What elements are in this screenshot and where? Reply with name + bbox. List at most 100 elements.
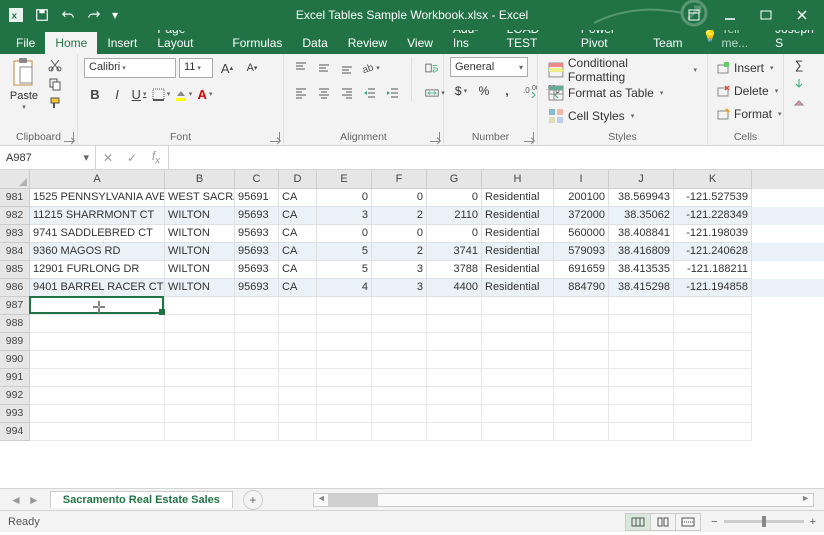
- cell[interactable]: [279, 351, 317, 369]
- cell[interactable]: 0: [427, 225, 482, 243]
- excel-app-icon[interactable]: x: [4, 3, 28, 27]
- row-header[interactable]: 982: [0, 207, 30, 225]
- table-row[interactable]: 98512901 FURLONG DRWILTON95693CA533788Re…: [0, 261, 824, 279]
- cell[interactable]: [482, 405, 554, 423]
- cell[interactable]: [30, 405, 165, 423]
- cell[interactable]: 884790: [554, 279, 609, 297]
- col-header-A[interactable]: A: [30, 170, 165, 189]
- cell[interactable]: [427, 387, 482, 405]
- align-middle-icon[interactable]: [313, 57, 335, 79]
- horizontal-scrollbar[interactable]: ◄ ►: [313, 493, 814, 507]
- cell[interactable]: [609, 297, 674, 315]
- cell[interactable]: -121.194858: [674, 279, 752, 297]
- cell[interactable]: [372, 423, 427, 441]
- cell[interactable]: [427, 423, 482, 441]
- cell[interactable]: WILTON: [165, 261, 235, 279]
- col-header-C[interactable]: C: [235, 170, 279, 189]
- cell[interactable]: CA: [279, 243, 317, 261]
- format-as-table-button[interactable]: Format as Table: [544, 82, 701, 104]
- cell[interactable]: -121.188211: [674, 261, 752, 279]
- cancel-formula-icon[interactable]: ✕: [96, 151, 120, 165]
- cell[interactable]: 200100: [554, 189, 609, 207]
- alignment-launcher[interactable]: [430, 132, 440, 142]
- row-header[interactable]: 989: [0, 333, 30, 351]
- cell[interactable]: [30, 333, 165, 351]
- cell[interactable]: [609, 423, 674, 441]
- row-header[interactable]: 984: [0, 243, 30, 261]
- worksheet-grid[interactable]: A B C D E F G H I J K 9811525 PENNSYLVAN…: [0, 170, 824, 488]
- font-launcher[interactable]: [270, 132, 280, 142]
- cell[interactable]: 95691: [235, 189, 279, 207]
- select-all-button[interactable]: [0, 170, 30, 189]
- enter-formula-icon[interactable]: ✓: [120, 151, 144, 165]
- cell[interactable]: [235, 405, 279, 423]
- cell[interactable]: [674, 387, 752, 405]
- cell[interactable]: [427, 405, 482, 423]
- cell[interactable]: 9360 MAGOS RD: [30, 243, 165, 261]
- cell[interactable]: [317, 333, 372, 351]
- number-launcher[interactable]: [524, 132, 534, 142]
- cell[interactable]: [165, 297, 235, 315]
- cell[interactable]: [482, 369, 554, 387]
- cell[interactable]: [279, 405, 317, 423]
- row-header[interactable]: 991: [0, 369, 30, 387]
- cell[interactable]: 0: [372, 189, 427, 207]
- col-header-I[interactable]: I: [554, 170, 609, 189]
- cell[interactable]: [372, 297, 427, 315]
- fill-color-button[interactable]: [172, 83, 194, 105]
- zoom-out-button[interactable]: −: [711, 516, 717, 528]
- cell[interactable]: 2: [372, 243, 427, 261]
- table-row[interactable]: 9849360 MAGOS RDWILTON95693CA523741Resid…: [0, 243, 824, 261]
- cell[interactable]: [674, 369, 752, 387]
- cell[interactable]: 95693: [235, 207, 279, 225]
- zoom-in-button[interactable]: +: [810, 516, 816, 528]
- cell[interactable]: [427, 351, 482, 369]
- row-header[interactable]: 981: [0, 189, 30, 207]
- cell[interactable]: [317, 351, 372, 369]
- cell[interactable]: 691659: [554, 261, 609, 279]
- col-header-F[interactable]: F: [372, 170, 427, 189]
- tab-review[interactable]: Review: [338, 32, 397, 54]
- cell[interactable]: [674, 333, 752, 351]
- table-row[interactable]: 990: [0, 351, 824, 369]
- cell[interactable]: -121.240628: [674, 243, 752, 261]
- sheet-nav-next-icon[interactable]: ►: [28, 493, 40, 507]
- cell[interactable]: 38.415298: [609, 279, 674, 297]
- table-row[interactable]: 993: [0, 405, 824, 423]
- decrease-font-icon[interactable]: A▾: [241, 57, 263, 79]
- cell[interactable]: 4: [317, 279, 372, 297]
- cell[interactable]: [554, 315, 609, 333]
- view-page-break-icon[interactable]: [675, 513, 701, 531]
- cell[interactable]: 38.569943: [609, 189, 674, 207]
- view-normal-icon[interactable]: [625, 513, 651, 531]
- align-right-icon[interactable]: [336, 82, 358, 104]
- increase-indent-icon[interactable]: [382, 82, 404, 104]
- cell[interactable]: [674, 423, 752, 441]
- cell[interactable]: [609, 333, 674, 351]
- cell[interactable]: 3741: [427, 243, 482, 261]
- font-name-select[interactable]: Calibri: [84, 58, 176, 78]
- row-header[interactable]: 986: [0, 279, 30, 297]
- cell[interactable]: [554, 405, 609, 423]
- sheet-nav-prev-icon[interactable]: ◄: [10, 493, 22, 507]
- cell[interactable]: [554, 351, 609, 369]
- cell[interactable]: 2110: [427, 207, 482, 225]
- cell[interactable]: 1525 PENNSYLVANIA AVE: [30, 189, 165, 207]
- clear-icon[interactable]: [790, 93, 808, 109]
- cell[interactable]: CA: [279, 279, 317, 297]
- cell[interactable]: 0: [317, 189, 372, 207]
- cell[interactable]: 12901 FURLONG DR: [30, 261, 165, 279]
- cell[interactable]: CA: [279, 189, 317, 207]
- cell[interactable]: [235, 297, 279, 315]
- autosum-icon[interactable]: ∑: [790, 57, 808, 73]
- row-header[interactable]: 994: [0, 423, 30, 441]
- cell[interactable]: [372, 333, 427, 351]
- cell[interactable]: WILTON: [165, 207, 235, 225]
- cell[interactable]: [554, 387, 609, 405]
- cell[interactable]: 4400: [427, 279, 482, 297]
- cell[interactable]: [30, 315, 165, 333]
- cell[interactable]: [609, 369, 674, 387]
- cell[interactable]: [372, 369, 427, 387]
- decrease-indent-icon[interactable]: [359, 82, 381, 104]
- align-center-icon[interactable]: [313, 82, 335, 104]
